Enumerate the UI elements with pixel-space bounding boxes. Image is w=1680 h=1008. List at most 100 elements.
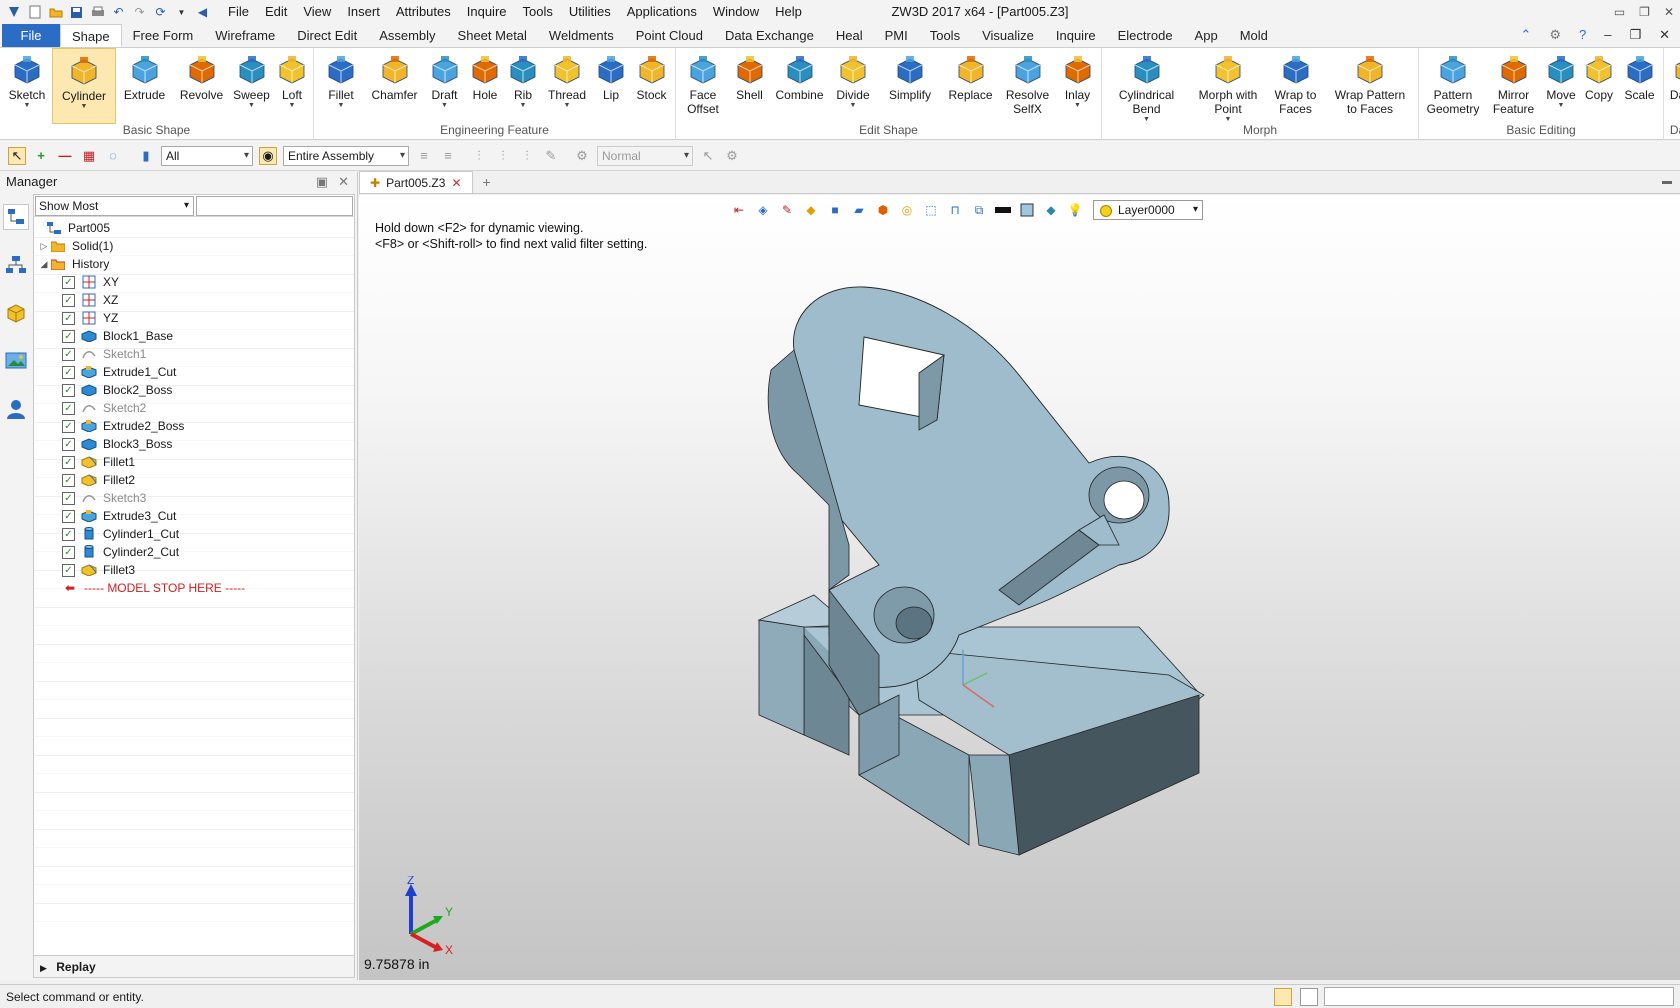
cylinder-button[interactable]: Cylinder ▼ [52,48,116,124]
fillet-button[interactable]: Fillet ▼ [316,48,366,124]
rib-button[interactable]: Rib ▼ [504,48,542,124]
command-input[interactable] [1324,987,1674,1006]
draft-button[interactable]: Draft ▼ [423,48,466,124]
filter-select[interactable]: All [161,145,253,166]
stock-button[interactable]: Stock [630,48,673,124]
doc-tab-close-icon[interactable]: ✕ [451,176,461,190]
move-button[interactable]: Move ▼ [1542,48,1580,124]
mode-select[interactable]: Normal [597,145,693,166]
tree-item-xy[interactable]: ✓ XY [34,273,354,291]
chamfer-button[interactable]: Chamfer [366,48,423,124]
settings-gear-icon[interactable]: ⚙ [1549,27,1561,43]
tab-assembly-4[interactable]: Assembly [368,24,446,47]
sketch-dropdown-icon[interactable]: ▼ [24,102,31,110]
scale-button[interactable]: Scale [1618,48,1661,124]
lip-button[interactable]: Lip [592,48,630,124]
visibility-checkbox[interactable]: ✓ [62,491,75,505]
redo-icon[interactable]: ↷ [132,5,147,20]
visibility-checkbox[interactable]: ✓ [62,563,75,577]
visibility-checkbox[interactable]: ✓ [62,419,75,433]
mirror-feature-button[interactable]: Mirror Feature [1485,48,1542,124]
visibility-checkbox[interactable]: ✓ [62,527,75,541]
user-icon[interactable] [3,396,29,422]
select-grid-icon[interactable]: ▦ [80,147,98,165]
minimize-icon[interactable]: ▭ [1614,0,1625,24]
undo-icon[interactable]: ↶ [111,5,126,20]
tree-item-cylinder1_cut[interactable]: ✓ Cylinder1_Cut [34,525,354,543]
sweep-button[interactable]: Sweep ▼ [230,48,273,124]
snap-settings-icon[interactable]: ⚙ [573,147,591,165]
tree-item-xz[interactable]: ✓ XZ [34,291,354,309]
collapse-ribbon-icon[interactable]: ⌃ [1520,27,1531,43]
divide-dropdown-icon[interactable]: ▼ [850,102,857,110]
menu-insert[interactable]: Insert [339,0,388,24]
doc-minimize-icon[interactable]: – [1604,27,1611,43]
tab-sheet-metal-5[interactable]: Sheet Metal [447,24,538,47]
replay-panel[interactable]: ▶ Replay [34,955,354,977]
rib-dropdown-icon[interactable]: ▼ [520,102,527,110]
tab-heal-9[interactable]: Heal [825,24,874,47]
filter-tool-b-icon[interactable]: ≡ [439,147,457,165]
3d-viewport[interactable]: ⇤ ◈ ✎ ◆ ■ ▰ ⬢ ◎ ⬚ ⊓ ⧉ ◆ 💡 Layer0000 Hold… [359,195,1680,980]
resolve-selfx-button[interactable]: Resolve SelfX [999,48,1056,124]
tab-shape-0[interactable]: Shape [60,24,122,47]
tree-history-row[interactable]: ◢ History [34,255,354,273]
face-offset-button[interactable]: Face Offset [678,48,728,124]
filter-tool-c-icon[interactable]: ⫶ [470,147,488,165]
revolve-button[interactable]: Revolve [173,48,230,124]
tree-item-block2_boss[interactable]: ✓ Block2_Boss [34,381,354,399]
tree-item-sketch2[interactable]: ✓ Sketch2 [34,399,354,417]
tab-tools-11[interactable]: Tools [919,24,971,47]
pin-icon[interactable]: ✎ [542,147,560,165]
tab-wireframe-2[interactable]: Wireframe [204,24,286,47]
visibility-checkbox[interactable]: ✓ [62,311,75,325]
remove-selection-icon[interactable]: — [56,147,74,165]
tab-data-exchange-8[interactable]: Data Exchange [714,24,825,47]
visibility-checkbox[interactable]: ✓ [62,293,75,307]
menu-view[interactable]: View [295,0,339,24]
add-selection-icon[interactable]: + [32,147,50,165]
visibility-checkbox[interactable]: ✓ [62,275,75,289]
visibility-checkbox[interactable]: ✓ [62,437,75,451]
tab-app-15[interactable]: App [1184,24,1229,47]
tree-item-block3_boss[interactable]: ✓ Block3_Boss [34,435,354,453]
tree-item-block1_base[interactable]: ✓ Block1_Base [34,327,354,345]
panel-close-icon[interactable]: ✕ [338,172,349,192]
loft-dropdown-icon[interactable]: ▼ [289,102,296,110]
tab-free-form-1[interactable]: Free Form [122,24,205,47]
menu-utilities[interactable]: Utilities [561,0,619,24]
model-stop-row[interactable]: ⬅ ----- MODEL STOP HERE ----- [34,579,354,597]
menu-help[interactable]: Help [767,0,810,24]
menu-edit[interactable]: Edit [257,0,295,24]
sketch-button[interactable]: Sketch ▼ [2,48,52,124]
fillet-dropdown-icon[interactable]: ▼ [338,102,345,110]
tab-mold-16[interactable]: Mold [1229,24,1279,47]
qa-dropdown-icon[interactable]: ▼ [174,5,189,20]
part-model[interactable] [359,195,1680,980]
tree-item-yz[interactable]: ✓ YZ [34,309,354,327]
regen-icon[interactable]: ⟳ [153,5,168,20]
back-arrow-icon[interactable]: ◀ [195,5,210,20]
menu-applications[interactable]: Applications [619,0,705,24]
thread-dropdown-icon[interactable]: ▼ [564,102,571,110]
tab-inquire-13[interactable]: Inquire [1045,24,1107,47]
wrap-pattern-to-faces-button[interactable]: Wrap Pattern to Faces [1324,48,1416,124]
assembly-tree-icon[interactable] [3,252,29,278]
doc-tab-part005[interactable]: ✚ Part005.Z3 ✕ [359,171,473,193]
visibility-checkbox[interactable]: ✓ [62,455,75,469]
tree-item-fillet2[interactable]: ✓ Fillet2 [34,471,354,489]
visibility-checkbox[interactable]: ✓ [62,509,75,523]
filter-tool-e-icon[interactable]: ⫶ [518,147,536,165]
tree-item-cylinder2_cut[interactable]: ✓ Cylinder2_Cut [34,543,354,561]
sweep-dropdown-icon[interactable]: ▼ [248,102,255,110]
visibility-checkbox[interactable]: ✓ [62,329,75,343]
image-view-icon[interactable] [3,348,29,374]
cursor-tool-icon[interactable]: ↖ [699,147,717,165]
tab-electrode-14[interactable]: Electrode [1107,24,1184,47]
replace-button[interactable]: Replace [942,48,999,124]
divide-button[interactable]: Divide ▼ [828,48,878,124]
add-tab-icon[interactable]: + [473,171,501,193]
tab-point-cloud-7[interactable]: Point Cloud [625,24,714,47]
scope-select[interactable]: Entire Assembly [283,145,409,166]
filter-tool-a-icon[interactable]: ≡ [415,147,433,165]
